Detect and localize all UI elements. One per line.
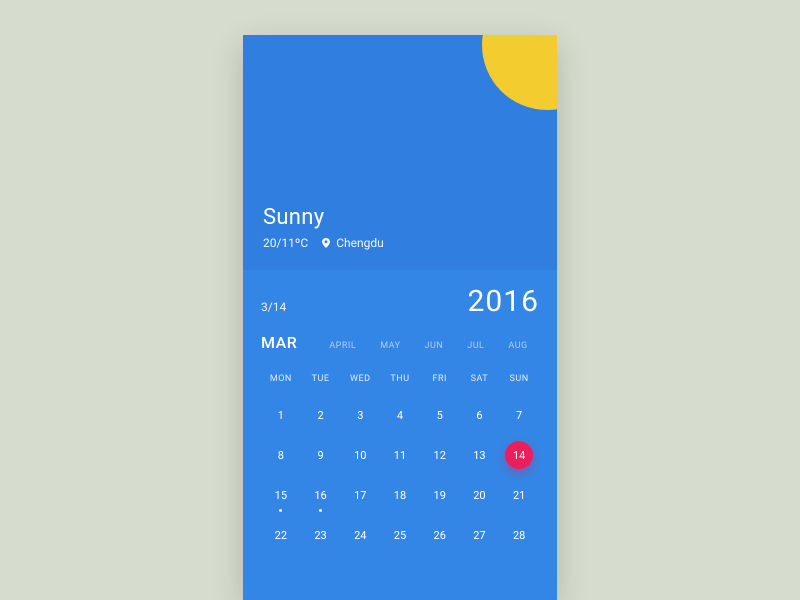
calendar-day[interactable]: 18	[380, 482, 420, 508]
calendar-day[interactable]: 8	[261, 442, 301, 468]
calendar-day[interactable]: 3	[340, 402, 380, 428]
month-tab[interactable]: JUN	[425, 341, 444, 351]
month-tab[interactable]: MAY	[380, 341, 400, 351]
weather-condition: Sunny	[263, 205, 384, 230]
calendar-day[interactable]: 10	[340, 442, 380, 468]
calendar-day[interactable]: 25	[380, 522, 420, 548]
calendar-day[interactable]: 20	[460, 482, 500, 508]
month-tab[interactable]: AUG	[508, 341, 527, 351]
calendar-day[interactable]: 13	[460, 442, 500, 468]
event-dot-icon	[279, 509, 282, 512]
weather-summary: Sunny 20/11ºC Chengdu	[263, 205, 384, 250]
current-date-short: 3/14	[261, 300, 286, 314]
calendar-panel: 3/14 2016 MARAPRILMAYJUNJULAUG MONTUEWED…	[243, 270, 557, 548]
calendar-day[interactable]: 27	[460, 522, 500, 548]
calendar-day[interactable]: 6	[460, 402, 500, 428]
calendar-day[interactable]: 21	[499, 482, 539, 508]
calendar-day[interactable]: 24	[340, 522, 380, 548]
calendar-day[interactable]: 9	[301, 442, 341, 468]
weather-panel: Sunny 20/11ºC Chengdu	[243, 35, 557, 270]
calendar-day[interactable]: 22	[261, 522, 301, 548]
month-tab[interactable]: JUL	[467, 341, 484, 351]
day-of-week-header: MONTUEWEDTHUFRISATSUN	[261, 374, 539, 384]
calendar-day[interactable]: 11	[380, 442, 420, 468]
day-of-week-label: TUE	[301, 374, 341, 384]
calendar-day[interactable]: 15	[261, 482, 301, 508]
calendar-day-selected[interactable]: 14	[499, 442, 539, 468]
weather-location: Chengdu	[336, 236, 384, 250]
calendar-year[interactable]: 2016	[468, 284, 539, 319]
calendar-day[interactable]: 28	[499, 522, 539, 548]
day-of-week-label: SAT	[460, 374, 500, 384]
calendar-day[interactable]: 12	[420, 442, 460, 468]
calendar-day[interactable]: 2	[301, 402, 341, 428]
weather-calendar-app: Sunny 20/11ºC Chengdu 3/14 2016 MARAPRIL…	[243, 35, 557, 600]
calendar-day[interactable]: 5	[420, 402, 460, 428]
day-of-week-label: THU	[380, 374, 420, 384]
calendar-day[interactable]: 7	[499, 402, 539, 428]
calendar-grid: 1234567891011121314151617181920212223242…	[261, 402, 539, 548]
month-tab[interactable]: APRIL	[329, 341, 356, 351]
month-tab-current[interactable]: MAR	[261, 333, 297, 352]
calendar-day[interactable]: 26	[420, 522, 460, 548]
day-of-week-label: MON	[261, 374, 301, 384]
sun-icon	[482, 35, 557, 110]
day-of-week-label: WED	[340, 374, 380, 384]
event-dot-icon	[319, 509, 322, 512]
calendar-day[interactable]: 17	[340, 482, 380, 508]
month-picker[interactable]: MAR APRIL MAY JUN JUL AUG	[261, 333, 539, 352]
calendar-day[interactable]: 19	[420, 482, 460, 508]
calendar-day[interactable]: 23	[301, 522, 341, 548]
calendar-day[interactable]: 1	[261, 402, 301, 428]
calendar-day[interactable]: 4	[380, 402, 420, 428]
day-of-week-label: SUN	[499, 374, 539, 384]
calendar-day[interactable]: 16	[301, 482, 341, 508]
weather-temperature: 20/11ºC	[263, 236, 308, 250]
location-pin-icon	[322, 238, 330, 248]
day-of-week-label: FRI	[420, 374, 460, 384]
